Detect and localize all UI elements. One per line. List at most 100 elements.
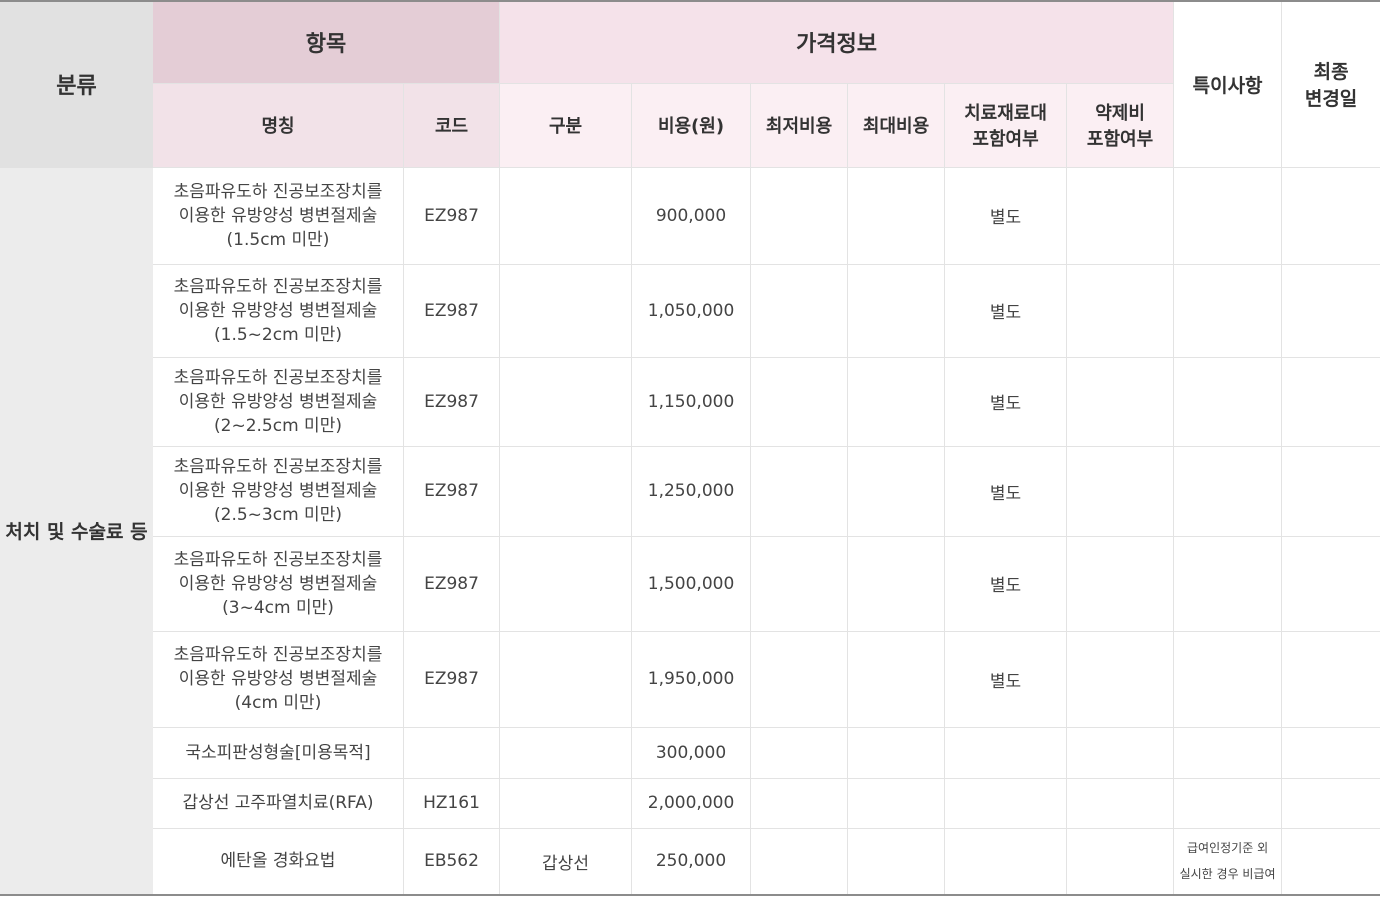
- cost-cell: 1,250,000: [631, 445, 752, 537]
- max-cost-cell: [847, 777, 946, 829]
- division-cell: [499, 263, 633, 358]
- max-cost-cell: [847, 827, 946, 896]
- header-price-group: 가격정보: [499, 0, 1175, 84]
- division-cell: [499, 630, 633, 728]
- drug-cell: [1066, 630, 1175, 728]
- last-changed-cell: [1281, 356, 1380, 447]
- code-cell: EZ987: [402, 356, 501, 447]
- code-cell: EB562: [402, 827, 501, 896]
- max-cost-cell: [847, 630, 946, 728]
- special-note-cell: [1173, 726, 1283, 779]
- min-cost-cell: [750, 166, 849, 265]
- table-row: 에탄올 경화요법 EB562 갑상선 250,000 급여인정기준 외 실시한 경우 비급…: [1, 827, 1380, 896]
- material-cell: [944, 827, 1068, 896]
- name-cell: 초음파유도하 진공보조장치를 이용한 유방양성 병변절제술 (1.5~2cm 미만): [152, 263, 404, 358]
- code-cell: EZ987: [402, 445, 501, 537]
- header-division: 구분: [499, 82, 633, 168]
- special-note-cell: [1173, 356, 1283, 447]
- name-cell: 초음파유도하 진공보조장치를 이용한 유방양성 병변절제술 (2.5~3cm 미만): [152, 445, 404, 537]
- max-cost-cell: [847, 445, 946, 537]
- table-row: 초음파유도하 진공보조장치를 이용한 유방양성 병변절제술 (3~4cm 미만) EZ…: [1, 535, 1380, 632]
- material-cell: 별도: [944, 166, 1068, 265]
- code-cell: EZ987: [402, 630, 501, 728]
- header-material: 치료재료대 포함여부: [944, 82, 1068, 168]
- special-note-cell: [1173, 263, 1283, 358]
- cost-cell: 1,150,000: [631, 356, 752, 447]
- division-cell: [499, 777, 633, 829]
- special-note-cell: [1173, 535, 1283, 632]
- header-drug: 약제비 포함여부: [1066, 82, 1175, 168]
- name-cell: 초음파유도하 진공보조장치를 이용한 유방양성 병변절제술 (2~2.5cm 미만): [152, 356, 404, 447]
- min-cost-cell: [750, 263, 849, 358]
- name-cell: 초음파유도하 진공보조장치를 이용한 유방양성 병변절제술 (4cm 미만): [152, 630, 404, 728]
- special-note-cell: [1173, 166, 1283, 265]
- category-cell: 처치 및 수술료 등: [0, 166, 153, 896]
- min-cost-cell: [750, 535, 849, 632]
- material-cell: [944, 726, 1068, 779]
- special-note-cell: [1173, 445, 1283, 537]
- code-cell: EZ987: [402, 263, 501, 358]
- special-note-cell: 급여인정기준 외 실시한 경우 비급여: [1173, 827, 1283, 896]
- cost-cell: 900,000: [631, 166, 752, 265]
- drug-cell: [1066, 535, 1175, 632]
- name-cell: 에탄올 경화요법: [152, 827, 404, 896]
- min-cost-cell: [750, 777, 849, 829]
- name-cell: 국소피판성형술[미용목적]: [152, 726, 404, 779]
- division-cell: [499, 166, 633, 265]
- header-min-cost: 최저비용: [750, 82, 849, 168]
- min-cost-cell: [750, 827, 849, 896]
- header-last-changed: 최종 변경일: [1281, 0, 1380, 168]
- header-max-cost: 최대비용: [847, 82, 946, 168]
- division-cell: 갑상선: [499, 827, 633, 896]
- cost-cell: 300,000: [631, 726, 752, 779]
- material-cell: [944, 777, 1068, 829]
- cost-cell: 2,000,000: [631, 777, 752, 829]
- code-cell: HZ161: [402, 777, 501, 829]
- max-cost-cell: [847, 535, 946, 632]
- max-cost-cell: [847, 166, 946, 265]
- max-cost-cell: [847, 263, 946, 358]
- last-changed-cell: [1281, 827, 1380, 896]
- special-note-cell: [1173, 777, 1283, 829]
- last-changed-cell: [1281, 726, 1380, 779]
- drug-cell: [1066, 445, 1175, 537]
- cost-cell: 1,500,000: [631, 535, 752, 632]
- min-cost-cell: [750, 726, 849, 779]
- last-changed-cell: [1281, 263, 1380, 358]
- material-cell: 별도: [944, 263, 1068, 358]
- header-category: 분류: [0, 0, 153, 168]
- cost-cell: 1,950,000: [631, 630, 752, 728]
- min-cost-cell: [750, 356, 849, 447]
- header-name: 명칭: [152, 82, 404, 168]
- max-cost-cell: [847, 356, 946, 447]
- cost-cell: 250,000: [631, 827, 752, 896]
- code-cell: [402, 726, 501, 779]
- drug-cell: [1066, 726, 1175, 779]
- material-cell: 별도: [944, 630, 1068, 728]
- max-cost-cell: [847, 726, 946, 779]
- material-cell: 별도: [944, 356, 1068, 447]
- table-row: 국소피판성형술[미용목적] 300,000: [1, 726, 1380, 779]
- name-cell: 갑상선 고주파열치료(RFA): [152, 777, 404, 829]
- header-special: 특이사항: [1173, 0, 1283, 168]
- min-cost-cell: [750, 445, 849, 537]
- table-row: 초음파유도하 진공보조장치를 이용한 유방양성 병변절제술 (2~2.5cm 미만)…: [1, 356, 1380, 447]
- drug-cell: [1066, 166, 1175, 265]
- last-changed-cell: [1281, 777, 1380, 829]
- header-item-group: 항목: [151, 0, 501, 84]
- table-row: 처치 및 수술료 등 초음파유도하 진공보조장치를 이용한 유방양성 병변절제술 (1…: [0, 166, 1380, 896]
- drug-cell: [1066, 777, 1175, 829]
- division-cell: [499, 445, 633, 537]
- header-cost: 비용(원): [631, 82, 752, 168]
- cost-cell: 1,050,000: [631, 263, 752, 358]
- special-note-cell: [1173, 630, 1283, 728]
- last-changed-cell: [1281, 166, 1380, 265]
- drug-cell: [1066, 263, 1175, 358]
- drug-cell: [1066, 827, 1175, 896]
- header-code: 코드: [402, 82, 501, 168]
- division-cell: [499, 535, 633, 632]
- table-row: 초음파유도하 진공보조장치를 이용한 유방양성 병변절제술 (4cm 미만) EZ98…: [1, 630, 1380, 728]
- drug-cell: [1066, 356, 1175, 447]
- code-cell: EZ987: [402, 166, 501, 265]
- material-cell: 별도: [944, 535, 1068, 632]
